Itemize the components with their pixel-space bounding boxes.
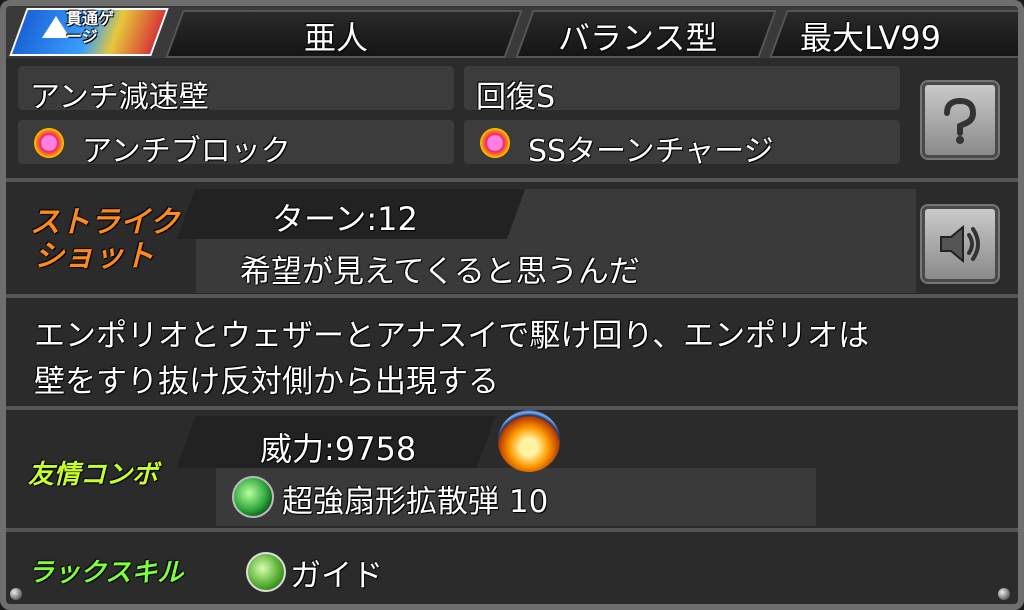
character-info-panel: 貫通ゲージ 亜人 バランス型 最大LV99 アンチ減速壁 回復S アンチブロック…	[0, 0, 1024, 610]
help-button[interactable]	[922, 82, 998, 158]
ability-label: 回復S	[476, 80, 556, 115]
section-divider	[6, 294, 1018, 298]
corner-bolt	[10, 588, 22, 600]
max-level-label: 最大LV99	[800, 19, 941, 57]
voice-button[interactable]	[922, 206, 998, 282]
section-divider	[6, 528, 1018, 532]
gauge-orb-icon	[480, 128, 510, 158]
type-label: バランス型	[558, 19, 718, 57]
header-bar: 貫通ゲージ 亜人 バランス型 最大LV99	[6, 6, 1018, 58]
strike-shot-description-line1: エンポリオとウェザーとアナスイで駆け回り、エンポリオは	[34, 318, 870, 354]
speaker-icon	[940, 224, 980, 264]
luck-skill-title: ラックスキル	[28, 558, 184, 588]
question-icon	[944, 97, 977, 144]
corner-bolt	[998, 588, 1010, 600]
friend-combo-name: 超強扇形拡散弾 10	[282, 484, 549, 520]
strike-shot-description-line2: 壁をすり抜け反対側から出現する	[34, 364, 499, 400]
power-label: 威力:9758	[260, 430, 417, 468]
luck-skill-name: ガイド	[290, 558, 383, 594]
gauge-ability-slot-1: アンチブロック	[18, 120, 454, 169]
gauge-ability-label: SSターンチャージ	[528, 134, 774, 169]
strike-shot-title: ストライク ショット	[30, 206, 179, 274]
gauge-orb-icon	[34, 128, 64, 158]
friend-combo-type-icon	[232, 476, 274, 518]
strike-shot-title-line2: ショット	[34, 239, 154, 274]
strike-shot-quote: 希望が見えてくると思うんだ	[240, 254, 640, 290]
section-divider	[6, 178, 1018, 182]
section-divider	[6, 406, 1018, 410]
gauge-ability-slot-2: SSターンチャージ	[464, 120, 900, 169]
ability-slot-2: 回復S	[464, 66, 900, 115]
gauge-ability-label: アンチブロック	[82, 134, 291, 169]
ability-slot-1: アンチ減速壁	[18, 66, 454, 115]
ability-label: アンチ減速壁	[30, 80, 209, 115]
gauge-badge-label: 貫通ゲージ	[66, 9, 115, 46]
friend-combo-title: 友情コンボ	[28, 460, 159, 490]
race-label: 亜人	[304, 19, 369, 57]
guide-icon	[246, 552, 286, 592]
strike-shot-title-line1: ストライク	[30, 205, 180, 240]
friend-combo-icon	[498, 410, 560, 472]
turn-label: ターン:12	[272, 200, 418, 238]
